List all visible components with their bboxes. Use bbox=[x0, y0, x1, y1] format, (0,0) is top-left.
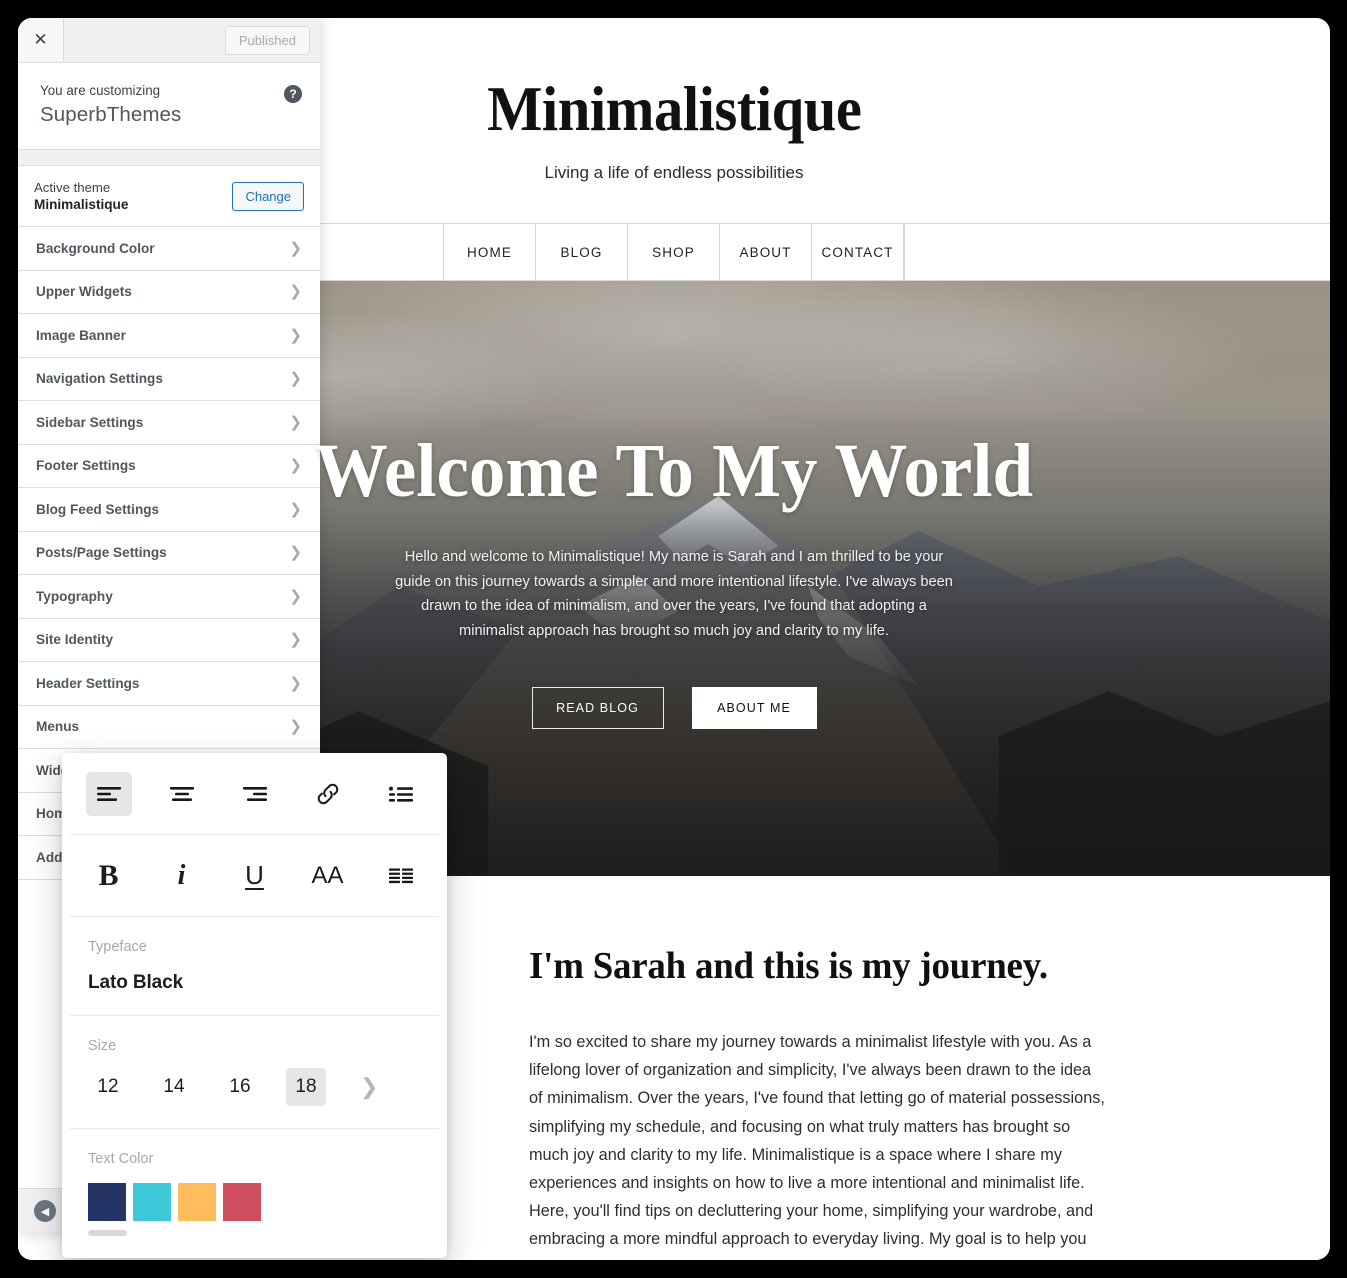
align-center-icon[interactable] bbox=[159, 772, 205, 816]
italic-glyph: i bbox=[177, 859, 186, 891]
nav-item-blog[interactable]: BLOG bbox=[536, 224, 628, 280]
underline-glyph: U bbox=[245, 860, 264, 890]
nav-item-home[interactable]: HOME bbox=[444, 224, 536, 280]
active-theme-name: Minimalistique bbox=[34, 197, 129, 212]
align-right-icon[interactable] bbox=[232, 772, 278, 816]
about-me-button[interactable]: ABOUT ME bbox=[691, 687, 817, 730]
article-body: I'm so excited to share my journey towar… bbox=[529, 1028, 1107, 1260]
chevron-right-icon[interactable]: ❯ bbox=[360, 1074, 378, 1100]
nav-item-about[interactable]: ABOUT bbox=[720, 224, 812, 280]
site-tagline: Living a life of endless possibilities bbox=[544, 162, 804, 182]
color-swatches bbox=[88, 1183, 421, 1221]
screenshot-root: Minimalistique Living a life of endless … bbox=[0, 0, 1347, 1278]
panel-gap bbox=[18, 150, 320, 165]
hero-button-group: READ BLOG ABOUT ME bbox=[18, 687, 1330, 730]
typeface-value[interactable]: Lato Black bbox=[88, 972, 421, 994]
text-size-icon[interactable]: AA bbox=[305, 854, 351, 898]
site-title: Minimalistique bbox=[486, 74, 862, 145]
color-swatch-navy[interactable] bbox=[88, 1183, 126, 1221]
customizer-topbar: ✕ Published bbox=[18, 18, 320, 63]
typeface-section: Typeface Lato Black bbox=[62, 917, 447, 994]
typeface-label: Typeface bbox=[88, 939, 147, 955]
underline-icon[interactable]: U bbox=[232, 854, 278, 898]
size-option-18[interactable]: 18 bbox=[286, 1068, 326, 1106]
bold-icon[interactable]: B bbox=[86, 854, 132, 898]
size-option-16[interactable]: 16 bbox=[220, 1068, 260, 1106]
color-swatch-amber[interactable] bbox=[178, 1183, 216, 1221]
publish-area: Published bbox=[64, 18, 320, 62]
text-color-section: Text Color bbox=[62, 1129, 447, 1236]
hero-content: Welcome To My World Hello and welcome to… bbox=[18, 281, 1330, 730]
publish-button[interactable]: Published bbox=[224, 25, 310, 55]
article-title: I'm Sarah and this is my journey. bbox=[529, 945, 1048, 987]
active-theme-label: Active theme bbox=[34, 180, 111, 195]
article-inner: I'm Sarah and this is my journey. I'm so… bbox=[529, 944, 1107, 1260]
nav-item-shop[interactable]: SHOP bbox=[628, 224, 720, 280]
size-option-12[interactable]: 12 bbox=[88, 1068, 128, 1106]
text-size-glyph: AA bbox=[311, 861, 344, 889]
help-icon[interactable]: ? bbox=[284, 85, 302, 103]
chevron-right-icon: ❯ bbox=[289, 239, 302, 257]
read-blog-button[interactable]: READ BLOG bbox=[531, 687, 664, 730]
sidebar-item-background-color[interactable]: Background Color ❯ bbox=[18, 227, 320, 271]
customizing-site-name: SuperbThemes bbox=[40, 103, 182, 126]
customizing-panel: You are customizing SuperbThemes ? bbox=[18, 63, 320, 150]
close-icon[interactable]: ✕ bbox=[18, 18, 64, 62]
article-paragraph: I'm so excited to share my journey towar… bbox=[529, 1033, 1105, 1260]
alignment-toolbar bbox=[62, 753, 447, 834]
size-options: 12 14 16 18 ❯ bbox=[88, 1068, 421, 1106]
home-indicator bbox=[88, 1230, 127, 1236]
format-toolbar: B i U AA bbox=[62, 835, 447, 916]
nav-spacer-right bbox=[904, 224, 1330, 280]
align-left-icon[interactable] bbox=[85, 771, 132, 816]
hero-paragraph: Hello and welcome to Minimalistique! My … bbox=[395, 549, 953, 639]
justify-icon[interactable] bbox=[378, 854, 424, 898]
active-theme-panel: Active theme Minimalistique Change bbox=[18, 165, 320, 227]
size-section: Size 12 14 16 18 ❯ bbox=[62, 1016, 447, 1106]
active-theme-text: Active theme Minimalistique bbox=[34, 180, 128, 212]
hero-title: Welcome To My World bbox=[314, 429, 1034, 513]
size-label: Size bbox=[88, 1038, 117, 1054]
color-swatch-red[interactable] bbox=[223, 1183, 261, 1221]
bold-glyph: B bbox=[98, 858, 119, 892]
change-theme-button[interactable]: Change bbox=[232, 181, 304, 211]
size-option-14[interactable]: 14 bbox=[154, 1068, 194, 1106]
color-swatch-cyan[interactable] bbox=[133, 1183, 171, 1221]
bulleted-list-icon[interactable] bbox=[378, 772, 424, 816]
nav-item-contact[interactable]: CONTACT bbox=[812, 224, 904, 280]
customizing-label: You are customizing bbox=[40, 83, 161, 98]
collapse-icon[interactable]: ◀ bbox=[34, 1200, 56, 1222]
text-color-label: Text Color bbox=[88, 1151, 154, 1167]
italic-icon[interactable]: i bbox=[159, 854, 205, 898]
sidebar-item-label: Background Color bbox=[36, 240, 155, 256]
typography-popup: B i U AA Typeface Lato Black Size 12 14 … bbox=[62, 753, 447, 1258]
link-icon[interactable] bbox=[305, 772, 351, 816]
